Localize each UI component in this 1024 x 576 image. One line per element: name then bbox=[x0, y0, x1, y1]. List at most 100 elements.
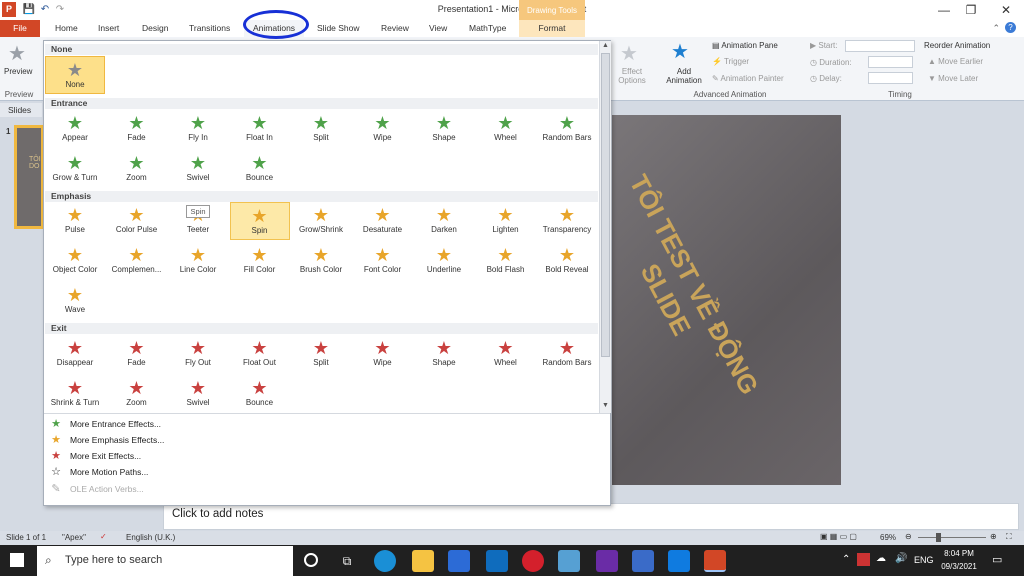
clock-time[interactable]: 8:04 PM bbox=[938, 549, 980, 558]
effect-entrance-fade[interactable]: ★ Fade bbox=[107, 110, 167, 148]
edge-icon[interactable] bbox=[374, 550, 396, 572]
file-explorer-icon[interactable] bbox=[412, 550, 434, 572]
powerpoint-taskbar-icon[interactable] bbox=[704, 550, 726, 572]
effect-emphasis-brush-color[interactable]: ★ Brush Color bbox=[291, 242, 351, 280]
language-indicator[interactable]: ENG bbox=[914, 555, 934, 565]
effect-emphasis-transparency[interactable]: ★ Transparency bbox=[537, 202, 597, 240]
scrollbar-thumb[interactable] bbox=[601, 53, 610, 357]
effect-emphasis-pulse[interactable]: ★ Pulse bbox=[45, 202, 105, 240]
effect-emphasis-wave[interactable]: ★ Wave bbox=[45, 282, 105, 320]
mail-icon[interactable] bbox=[486, 550, 508, 572]
preview-button[interactable]: Preview bbox=[4, 67, 32, 76]
animation-painter-button[interactable]: ✎ Animation Painter bbox=[712, 74, 784, 83]
effect-options-button[interactable]: Effect Options bbox=[612, 67, 652, 85]
devc-icon[interactable] bbox=[632, 550, 654, 572]
effect-exit-shrink-turn[interactable]: ★ Shrink & Turn bbox=[45, 375, 105, 413]
effect-emphasis-line-color[interactable]: ★ Line Color bbox=[168, 242, 228, 280]
more-entrance-effects[interactable]: ★ More Entrance Effects... bbox=[48, 416, 348, 432]
notifications-icon[interactable]: ▭ bbox=[992, 553, 1002, 566]
tab-view[interactable]: View bbox=[420, 20, 456, 37]
effect-emphasis-grow-shrink[interactable]: ★ Grow/Shrink bbox=[291, 202, 351, 240]
effect-exit-zoom[interactable]: ★ Zoom bbox=[107, 375, 167, 413]
tab-file[interactable]: File bbox=[0, 20, 40, 37]
effect-exit-fly-out[interactable]: ★ Fly Out bbox=[168, 335, 228, 373]
view-buttons-icon[interactable]: ▣ ▦ ▭ ▢ bbox=[820, 532, 857, 541]
help-icon[interactable]: ? bbox=[1005, 22, 1016, 33]
zoom-level[interactable]: 69% bbox=[880, 533, 896, 542]
maximize-button[interactable]: ❐ bbox=[955, 0, 987, 20]
zoom-out-icon[interactable]: ⊖ bbox=[905, 532, 912, 541]
tab-format[interactable]: Format bbox=[519, 20, 585, 37]
task-view-icon[interactable]: ⧉ bbox=[336, 550, 358, 572]
add-animation-button[interactable]: Add Animation bbox=[660, 67, 708, 85]
zoom-in-icon[interactable]: ⊕ bbox=[990, 532, 997, 541]
trigger-button[interactable]: ⚡ Trigger bbox=[712, 57, 749, 66]
effect-emphasis-fill-color[interactable]: ★ Fill Color bbox=[230, 242, 290, 280]
windows-start-icon[interactable] bbox=[10, 553, 24, 567]
effect-entrance-wheel[interactable]: ★ Wheel bbox=[476, 110, 536, 148]
windows-app-icon[interactable] bbox=[668, 550, 690, 572]
tab-mathtype[interactable]: MathType bbox=[460, 20, 515, 37]
tab-slideshow[interactable]: Slide Show bbox=[308, 20, 369, 37]
preview-star-icon[interactable]: ★ bbox=[8, 41, 26, 66]
close-button[interactable]: ✕ bbox=[990, 0, 1022, 20]
effect-emphasis-underline[interactable]: ★ Underline bbox=[414, 242, 474, 280]
effect-exit-bounce[interactable]: ★ Bounce bbox=[230, 375, 290, 413]
zoom-slider-thumb[interactable] bbox=[936, 533, 941, 542]
effect-exit-float-out[interactable]: ★ Float Out bbox=[230, 335, 290, 373]
effect-none[interactable]: ★ None bbox=[45, 56, 105, 94]
effect-entrance-grow-turn[interactable]: ★ Grow & Turn bbox=[45, 150, 105, 188]
effect-entrance-float-in[interactable]: ★ Float In bbox=[230, 110, 290, 148]
effect-entrance-zoom[interactable]: ★ Zoom bbox=[107, 150, 167, 188]
tab-transitions[interactable]: Transitions bbox=[180, 20, 239, 37]
zoom-slider[interactable] bbox=[918, 537, 986, 538]
gallery-scrollbar[interactable]: ▲ ▼ bbox=[599, 41, 611, 413]
effect-entrance-random-bars[interactable]: ★ Random Bars bbox=[537, 110, 597, 148]
opera-icon[interactable] bbox=[522, 550, 544, 572]
notes-pane[interactable]: Click to add notes bbox=[163, 503, 1019, 530]
more-exit-effects[interactable]: ★ More Exit Effects... bbox=[48, 448, 348, 464]
effect-exit-disappear[interactable]: ★ Disappear bbox=[45, 335, 105, 373]
clock-date[interactable]: 09/3/2021 bbox=[938, 562, 980, 571]
store-icon[interactable] bbox=[448, 550, 470, 572]
effect-emphasis-bold-reveal[interactable]: ★ Bold Reveal bbox=[537, 242, 597, 280]
app-icon[interactable] bbox=[558, 550, 580, 572]
effect-emphasis-complemen[interactable]: ★ Complemen... bbox=[107, 242, 167, 280]
more-motion-paths[interactable]: ☆ More Motion Paths... bbox=[48, 464, 348, 480]
effect-exit-split[interactable]: ★ Split bbox=[291, 335, 351, 373]
tray-chevron-icon[interactable]: ⌃ bbox=[842, 554, 850, 565]
move-earlier-button[interactable]: ▲ Move Earlier bbox=[928, 57, 983, 66]
effect-emphasis-spin[interactable]: ★ Spin bbox=[229, 202, 290, 240]
scroll-down-icon[interactable]: ▼ bbox=[602, 402, 609, 409]
tray-app-icon[interactable] bbox=[857, 553, 870, 566]
effect-emphasis-darken[interactable]: ★ Darken bbox=[414, 202, 474, 240]
effect-entrance-shape[interactable]: ★ Shape bbox=[414, 110, 474, 148]
tab-home[interactable]: Home bbox=[46, 20, 87, 37]
slides-panel-tab[interactable]: Slides bbox=[0, 103, 42, 117]
effect-exit-wipe[interactable]: ★ Wipe bbox=[353, 335, 413, 373]
effect-entrance-swivel[interactable]: ★ Swivel bbox=[168, 150, 228, 188]
slide-thumbnail[interactable]: TÔI DO bbox=[14, 125, 44, 229]
more-emphasis-effects[interactable]: ★ More Emphasis Effects... bbox=[48, 432, 348, 448]
duration-spinner[interactable] bbox=[868, 56, 913, 68]
effect-emphasis-object-color[interactable]: ★ Object Color bbox=[45, 242, 105, 280]
move-later-button[interactable]: ▼ Move Later bbox=[928, 74, 978, 83]
ribbon-collapse-icon[interactable]: ⌃ bbox=[992, 23, 1000, 34]
effect-entrance-wipe[interactable]: ★ Wipe bbox=[353, 110, 413, 148]
volume-icon[interactable]: 🔊 bbox=[895, 553, 907, 564]
cortana-icon[interactable] bbox=[304, 553, 318, 567]
effect-exit-wheel[interactable]: ★ Wheel bbox=[476, 335, 536, 373]
effect-emphasis-desaturate[interactable]: ★ Desaturate bbox=[353, 202, 413, 240]
effect-exit-fade[interactable]: ★ Fade bbox=[107, 335, 167, 373]
tab-design[interactable]: Design bbox=[133, 20, 177, 37]
effect-emphasis-color-pulse[interactable]: ★ Color Pulse bbox=[107, 202, 167, 240]
effect-exit-random-bars[interactable]: ★ Random Bars bbox=[537, 335, 597, 373]
start-dropdown[interactable] bbox=[845, 40, 915, 52]
effect-entrance-appear[interactable]: ★ Appear bbox=[45, 110, 105, 148]
fit-window-icon[interactable]: ⛶ bbox=[1006, 532, 1012, 542]
network-icon[interactable]: ☁ bbox=[876, 553, 886, 564]
ole-action-verbs[interactable]: ✎ OLE Action Verbs... bbox=[48, 481, 348, 497]
visual-studio-icon[interactable] bbox=[596, 550, 618, 572]
effect-entrance-bounce[interactable]: ★ Bounce bbox=[230, 150, 290, 188]
animation-pane-button[interactable]: ▤ Animation Pane bbox=[712, 41, 778, 50]
